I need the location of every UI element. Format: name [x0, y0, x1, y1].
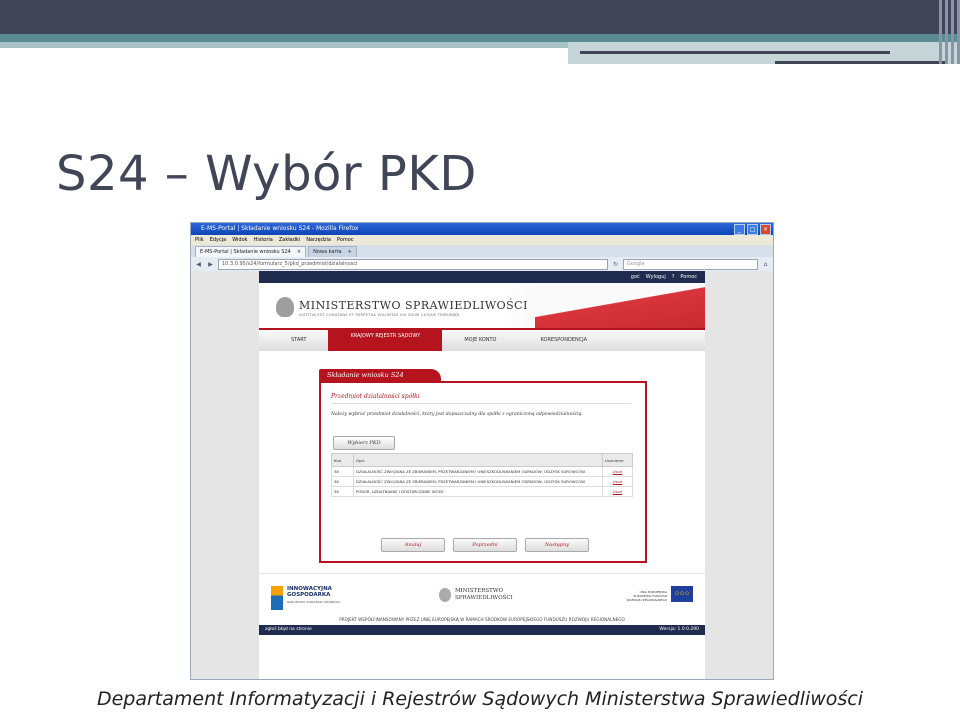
ministry-motto: IUSTITIA EST CONSTANS ET PERPETUA VOLUNT… [299, 313, 460, 317]
pkd-description: DZIAŁALNOŚĆ ZWIĄZANA ZE ZBIERANIEM, PRZE… [353, 476, 603, 487]
column-header-code[interactable]: Kod [331, 453, 354, 467]
user-link[interactable]: goć [631, 274, 640, 280]
ministry-logo: MINISTERSTWO SPRAWIEDLIWOŚCI [455, 588, 513, 602]
nav-account[interactable]: MOJE KONTO [442, 330, 518, 351]
menu-item[interactable]: Edycja [210, 235, 227, 245]
version-text: Wersja: 1.0.0.290 [659, 627, 699, 632]
home-icon[interactable]: ⌂ [761, 260, 770, 269]
help-link[interactable]: Pomoc [680, 274, 697, 280]
slide-stripe [0, 34, 960, 42]
delete-link[interactable]: Usuń [602, 486, 633, 497]
menu-item[interactable]: Historia [254, 235, 273, 245]
logo-line: ROZWOJU REGIONALNEGO [626, 598, 667, 602]
search-input[interactable]: Google [623, 258, 758, 270]
column-header-description[interactable]: Opis [353, 453, 603, 467]
pkd-table: Kod Opis Usunięcie 38 DZIAŁALNOŚĆ ZWIĄZA… [331, 453, 633, 497]
panel-title: Składanie wniosku S24 [319, 369, 441, 382]
navigation-bar: ◀ ▶ 10.3.0.95/s24/formularz_5/pkd_przedm… [191, 257, 773, 272]
portal-header: MINISTERSTWO SPRAWIEDLIWOŚCI IUSTITIA ES… [259, 283, 705, 328]
delete-link[interactable]: Usuń [602, 476, 633, 487]
slide-stripe [580, 51, 890, 54]
previous-button[interactable]: Poprzedni [453, 538, 517, 552]
menu-item[interactable]: Plik [195, 235, 204, 245]
section-divider [331, 403, 631, 404]
slide-stripe [775, 61, 945, 64]
section-title: Przedmiot działalności spółki [331, 393, 420, 400]
slide-stripe [0, 42, 570, 48]
innovative-economy-subtitle: NARODOWA STRATEGIA SPÓJNOŚCI [287, 600, 341, 604]
slide-vertical-lines [924, 0, 960, 64]
ministry-logo-text: MINISTERSTWO SPRAWIEDLIWOŚCI [299, 299, 528, 312]
application-panel: Składanie wniosku S24 Przedmiot działaln… [319, 369, 647, 563]
maximize-icon[interactable]: □ [747, 224, 758, 235]
cancel-button[interactable]: Anuluj [381, 538, 445, 552]
tab-new[interactable]: Nowa karta + [308, 246, 357, 257]
table-row: 38 DZIAŁALNOŚĆ ZWIĄZANA ZE ZBIERANIEM, P… [331, 476, 633, 487]
minimize-icon[interactable]: _ [734, 224, 745, 235]
reload-icon[interactable]: ↻ [611, 260, 620, 269]
innovative-economy-logo-icon [271, 586, 283, 610]
portal-top-links: goć Wyloguj ? Pomoc [259, 271, 705, 283]
choose-pkd-button[interactable]: Wybierz PKD [333, 436, 395, 450]
eu-fund-text: UNIA EUROPEJSKA EUROPEJSKI FUNDUSZ ROZWO… [611, 590, 667, 602]
pkd-code: 38 [331, 466, 354, 477]
back-icon[interactable]: ◀ [194, 260, 203, 269]
tab-active[interactable]: E-MS-Portal | Składanie wniosku S24 × [195, 246, 307, 257]
close-icon[interactable]: × [760, 224, 771, 235]
browser-window: E-MS-Portal | Składanie wniosku S24 - Mo… [190, 222, 774, 680]
tab-label: Nowa karta [313, 249, 342, 255]
tab-close-icon[interactable]: × [297, 247, 301, 257]
pkd-description: DZIAŁALNOŚĆ ZWIĄZANA ZE ZBIERANIEM, PRZE… [353, 466, 603, 477]
flag-graphic [535, 283, 705, 328]
new-tab-icon[interactable]: + [348, 247, 352, 257]
column-header-delete: Usunięcie [602, 453, 633, 467]
eu-flag-icon: ✩✩✩ [671, 586, 693, 602]
menu-item[interactable]: Pomoc [337, 235, 354, 245]
report-error-link[interactable]: zgłoś błąd na stronie [265, 625, 312, 635]
portal-page: goć Wyloguj ? Pomoc MINISTERSTWO SPRAWIE… [259, 271, 705, 679]
form-buttons: Anuluj Poprzedni Następny [381, 538, 589, 552]
eagle-emblem-icon [276, 297, 294, 317]
funding-note: PROJEKT WSPÓŁFINANSOWANY PRZEZ UNIĘ EURO… [339, 617, 625, 622]
url-field[interactable]: 10.3.0.95/s24/formularz_5/pkd_przedmiot/… [218, 258, 608, 270]
nav-start[interactable]: START [269, 330, 328, 351]
slide-footer: Departament Informatyzacji i Rejestrów S… [96, 688, 864, 710]
menu-item[interactable]: Widok [232, 235, 247, 245]
portal-statusbar: zgłoś błąd na stronie Wersja: 1.0.0.290 [259, 625, 705, 635]
logo-line: GOSPODARKA [287, 592, 331, 598]
help-icon[interactable]: ? [672, 274, 675, 280]
tab-bar: E-MS-Portal | Składanie wniosku S24 × No… [191, 245, 773, 257]
menu-item[interactable]: Zakładki [279, 235, 300, 245]
ministry-eagle-icon [439, 588, 451, 602]
pkd-code: 36 [331, 486, 354, 497]
menu-item[interactable]: Narzędzia [306, 235, 331, 245]
forward-icon[interactable]: ▶ [206, 260, 215, 269]
innovative-economy-logo-text: INNOWACYJNA GOSPODARKA [287, 586, 332, 598]
instruction-text: Należy wybrać przedmiot działalności, kt… [331, 412, 583, 417]
slide-header-bar [0, 0, 960, 34]
table-row: 38 DZIAŁALNOŚĆ ZWIĄZANA ZE ZBIERANIEM, P… [331, 466, 633, 477]
table-row: 36 POBÓR, UZDATNIANIE I DOSTARCZANIE WOD… [331, 486, 633, 497]
window-title: E-MS-Portal | Składanie wniosku S24 - Mo… [201, 225, 359, 232]
page-viewport: goć Wyloguj ? Pomoc MINISTERSTWO SPRAWIE… [191, 271, 773, 679]
portal-nav: START KRAJOWY REJESTR SĄDOWY MOJE KONTO … [259, 330, 705, 351]
logout-link[interactable]: Wyloguj [646, 274, 666, 280]
nav-correspondence[interactable]: KORESPONDENCJA [519, 330, 610, 351]
tab-label: E-MS-Portal | Składanie wniosku S24 [200, 249, 291, 255]
slide-title: S24 – Wybór PKD [56, 146, 477, 202]
window-titlebar: E-MS-Portal | Składanie wniosku S24 - Mo… [191, 223, 773, 235]
pkd-description: POBÓR, UZDATNIANIE I DOSTARCZANIE WODY [353, 486, 603, 497]
logo-line: SPRAWIEDLIWOŚCI [455, 595, 513, 601]
delete-link[interactable]: Usuń [602, 466, 633, 477]
nav-krs[interactable]: KRAJOWY REJESTR SĄDOWY [328, 330, 443, 351]
menu-bar: Plik Edycja Widok Historia Zakładki Narz… [191, 235, 773, 245]
footer-logos: INNOWACYJNA GOSPODARKA NARODOWA STRATEGI… [259, 573, 705, 622]
logo-line: MINISTERSTWO [455, 588, 503, 594]
next-button[interactable]: Następny [525, 538, 589, 552]
pkd-code: 38 [331, 476, 354, 487]
